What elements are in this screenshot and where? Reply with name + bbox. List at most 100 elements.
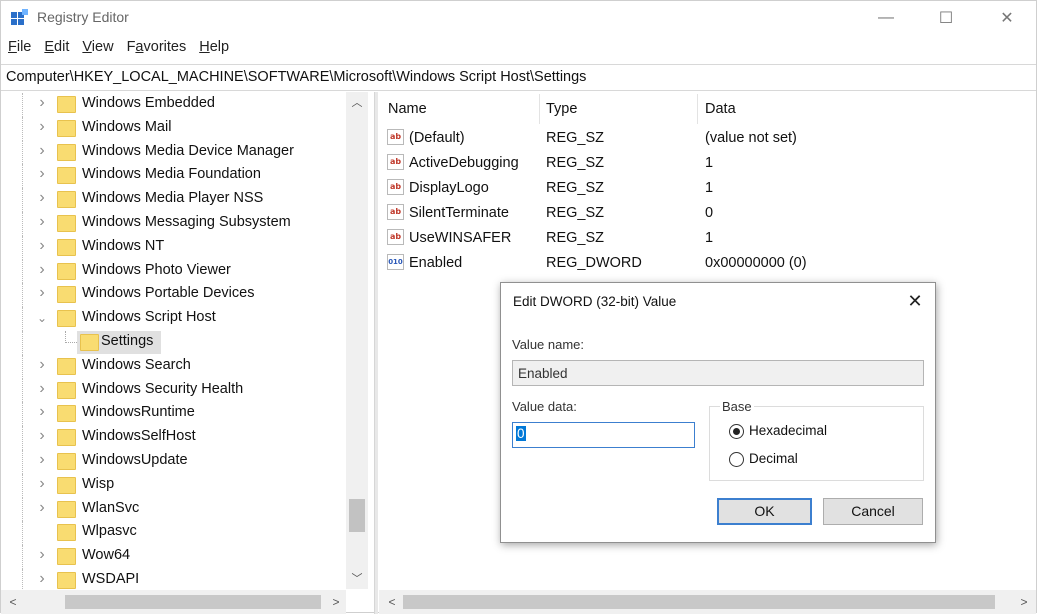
value-row[interactable]: ab (Default) REG_SZ (value not set): [379, 126, 1036, 151]
chevron-right-icon[interactable]: ›: [36, 356, 48, 373]
scroll-right-icon[interactable]: >: [327, 592, 345, 612]
menu-help[interactable]: Help: [199, 39, 229, 63]
tree-item[interactable]: › Windows Search: [1, 354, 346, 379]
chevron-right-icon[interactable]: ›: [36, 380, 48, 397]
tree-item[interactable]: › Windows NT: [1, 235, 346, 260]
column-header-type[interactable]: Type: [546, 101, 577, 117]
chevron-right-icon[interactable]: ›: [36, 261, 48, 278]
chevron-right-icon[interactable]: ›: [36, 571, 48, 587]
hexadecimal-label[interactable]: Hexadecimal: [749, 423, 827, 438]
column-header-data[interactable]: Data: [705, 101, 736, 117]
value-name: Enabled: [409, 255, 463, 271]
chevron-right-icon[interactable]: ›: [36, 190, 48, 206]
value-data: 1: [705, 180, 714, 196]
chevron-right-icon[interactable]: ›: [36, 428, 48, 444]
value-row[interactable]: 010 Enabled REG_DWORD 0x00000000 (0): [379, 251, 1036, 276]
chevron-right-icon[interactable]: ›: [36, 95, 48, 111]
tree-horizontal-scrollbar[interactable]: < >: [1, 590, 346, 614]
address-bar[interactable]: Computer\HKEY_LOCAL_MACHINE\SOFTWARE\Mic…: [1, 64, 1036, 91]
value-row[interactable]: ab UseWINSAFER REG_SZ 1: [379, 226, 1036, 251]
radio-unselected-icon[interactable]: [729, 452, 744, 467]
close-window-button[interactable]: ✕: [984, 1, 1030, 35]
minimize-button[interactable]: —: [863, 1, 909, 35]
folder-icon: [57, 143, 76, 161]
chevron-right-icon[interactable]: ›: [36, 285, 48, 301]
tree-item[interactable]: › Windows Messaging Subsystem: [1, 212, 346, 236]
menu-file[interactable]: File: [8, 39, 31, 63]
column-divider[interactable]: [539, 94, 540, 124]
scroll-up-icon[interactable]: ︿: [346, 94, 368, 112]
folder-icon: [57, 453, 76, 470]
value-type: REG_SZ: [546, 155, 605, 171]
tree-item-label: Windows Search: [82, 356, 191, 373]
binary-value-icon: 010: [387, 254, 404, 270]
value-type: REG_SZ: [546, 205, 605, 221]
tree-item[interactable]: › Windows Media Foundation: [1, 164, 346, 189]
pane-splitter[interactable]: [374, 92, 378, 614]
tree-item[interactable]: ⌄ Windows Script Host: [1, 307, 346, 331]
decimal-label[interactable]: Decimal: [749, 451, 798, 466]
tree-item[interactable]: › Windows Portable Devices: [1, 283, 346, 308]
list-hscroll-thumb[interactable]: [403, 595, 995, 609]
value-name: ActiveDebugging: [409, 155, 519, 171]
base-group-label: Base: [720, 399, 754, 414]
chevron-right-icon[interactable]: ›: [36, 237, 48, 254]
radio-selected-icon[interactable]: [729, 424, 744, 439]
menu-edit[interactable]: Edit: [44, 39, 69, 63]
chevron-down-icon[interactable]: ⌄: [36, 311, 48, 325]
folder-icon: [80, 334, 99, 351]
tree-item[interactable]: Wlpasvc: [1, 521, 346, 546]
scroll-left-icon[interactable]: <: [4, 592, 22, 612]
value-row[interactable]: ab DisplayLogo REG_SZ 1: [379, 176, 1036, 201]
chevron-right-icon[interactable]: ›: [36, 452, 48, 468]
folder-icon: [57, 405, 76, 423]
chevron-right-icon[interactable]: ›: [36, 118, 48, 135]
scroll-right-icon[interactable]: >: [1015, 592, 1033, 612]
folder-icon: [57, 572, 76, 589]
tree-item[interactable]: › Windows Mail: [1, 116, 346, 141]
tree-item-label: WlanSvc: [82, 499, 140, 516]
chevron-right-icon[interactable]: ›: [36, 547, 48, 563]
menu-view[interactable]: View: [82, 39, 113, 63]
value-data-input[interactable]: 0: [512, 422, 695, 448]
tree-item[interactable]: › Windows Media Player NSS: [1, 188, 346, 212]
list-horizontal-scrollbar[interactable]: < >: [379, 590, 1036, 614]
scroll-down-icon[interactable]: ﹀: [346, 570, 368, 588]
value-row[interactable]: ab ActiveDebugging REG_SZ 1: [379, 151, 1036, 176]
folder-icon: [57, 310, 76, 328]
tree-branch-line: [65, 331, 77, 343]
tree-item[interactable]: › Windows Media Device Manager: [1, 140, 346, 165]
value-row[interactable]: ab SilentTerminate REG_SZ 0: [379, 201, 1036, 226]
tree-item[interactable]: › Wow64: [1, 545, 346, 569]
tree-vertical-scrollbar[interactable]: ︿ ﹀: [346, 92, 368, 589]
column-divider[interactable]: [697, 94, 698, 124]
chevron-right-icon[interactable]: ›: [36, 475, 48, 492]
ok-button[interactable]: OK: [717, 498, 812, 525]
chevron-right-icon[interactable]: ›: [36, 142, 48, 159]
cancel-button[interactable]: Cancel: [823, 498, 923, 525]
chevron-right-icon[interactable]: ›: [36, 499, 48, 516]
tree-item[interactable]: › WlanSvc: [1, 497, 346, 522]
tree-hscroll-thumb[interactable]: [65, 595, 321, 609]
tree-item[interactable]: › WindowsSelfHost: [1, 426, 346, 450]
chevron-right-icon[interactable]: ›: [36, 214, 48, 230]
chevron-right-icon[interactable]: ›: [36, 404, 48, 420]
tree-item[interactable]: Settings: [1, 331, 346, 355]
tree-item[interactable]: › WindowsRuntime: [1, 402, 346, 427]
column-header-name[interactable]: Name: [388, 101, 427, 117]
tree-item[interactable]: › WindowsUpdate: [1, 450, 346, 474]
tree-item-label: WindowsRuntime: [82, 404, 195, 421]
tree-item[interactable]: › Wisp: [1, 473, 346, 498]
scroll-left-icon[interactable]: <: [383, 592, 401, 612]
tree-item[interactable]: › Windows Photo Viewer: [1, 259, 346, 284]
tree-item[interactable]: › Windows Security Health: [1, 378, 346, 403]
tree-item-label: Windows Script Host: [82, 309, 216, 326]
window-title: Registry Editor: [37, 9, 129, 25]
chevron-right-icon[interactable]: ›: [36, 166, 48, 182]
maximize-button[interactable]: ☐: [923, 1, 969, 35]
folder-icon: [57, 476, 76, 494]
dialog-close-button[interactable]: ✕: [903, 289, 927, 313]
menu-favorites[interactable]: Favorites: [127, 39, 187, 63]
tree-item[interactable]: › Windows Embedded: [1, 93, 346, 117]
tree-scroll-thumb[interactable]: [349, 499, 365, 532]
